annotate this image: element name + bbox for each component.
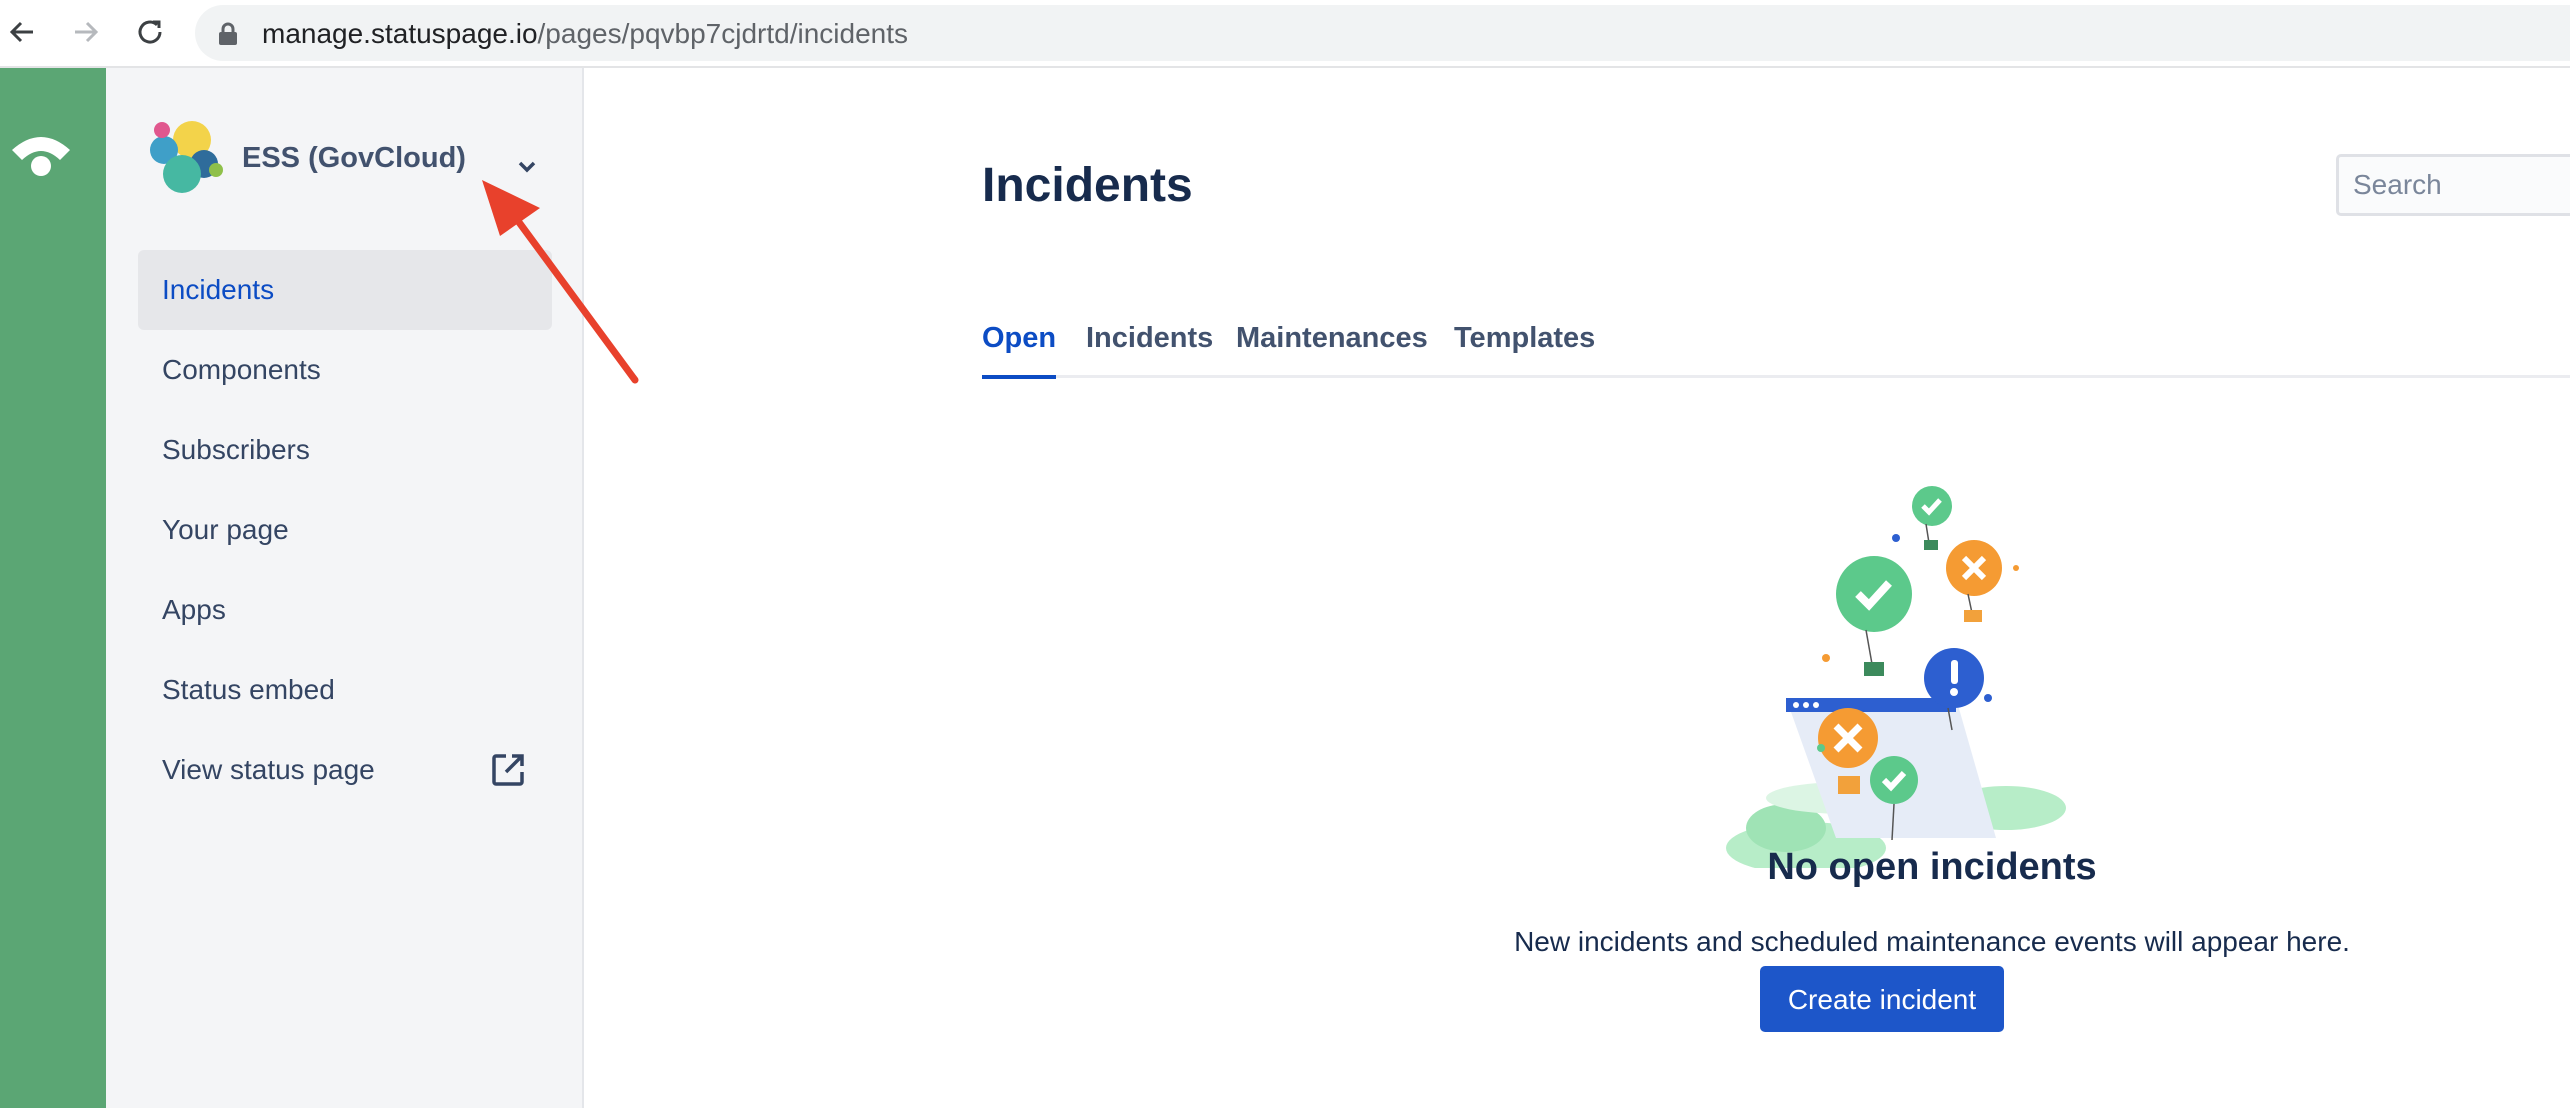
create-incident-button[interactable]: Create incident — [1760, 966, 2004, 1032]
incident-tabs: Open Incidents Maintenances Templates — [982, 312, 2570, 379]
sidebar-item-status-embed[interactable]: Status embed — [138, 650, 552, 730]
reload-icon[interactable] — [130, 12, 170, 52]
sidebar-item-apps[interactable]: Apps — [138, 570, 552, 650]
empty-state-description: New incidents and scheduled maintenance … — [1514, 926, 2350, 957]
browser-toolbar: manage.statuspage.io/pages/pqvbp7cjdrtd/… — [0, 0, 2570, 68]
sidebar-item-label: Subscribers — [162, 434, 310, 465]
tab-templates[interactable]: Templates — [1454, 312, 1595, 378]
app-rail — [0, 68, 106, 1108]
statuspage-logo-icon[interactable] — [8, 128, 74, 180]
page-name[interactable]: ESS (GovCloud) — [242, 142, 466, 175]
tab-maintenances[interactable]: Maintenances — [1236, 312, 1428, 378]
tab-incidents[interactable]: Incidents — [1086, 312, 1213, 378]
back-arrow-icon[interactable] — [2, 12, 42, 52]
url-text: manage.statuspage.io/pages/pqvbp7cjdrtd/… — [262, 19, 908, 49]
sidebar-item-label: Status embed — [162, 674, 335, 705]
main-content: Incidents Open Incidents Maintenances Te… — [584, 68, 2570, 1108]
external-link-icon — [492, 754, 524, 786]
hot-air-balloons-illustration — [1726, 486, 2066, 868]
empty-state-title: No open incidents — [1767, 846, 2097, 888]
sidebar-item-label: Components — [162, 354, 321, 385]
lock-icon — [219, 22, 237, 45]
sidebar-item-label: Incidents — [162, 274, 275, 305]
sidebar-item-subscribers[interactable]: Subscribers — [138, 410, 552, 490]
page-logo-icon — [150, 121, 223, 193]
sidebar-item-your-page[interactable]: Your page — [138, 490, 552, 570]
sidebar-item-label: Your page — [162, 514, 289, 545]
sidebar-item-label: Apps — [162, 594, 226, 625]
sidebar-item-view-status-page[interactable]: View status page — [138, 730, 552, 810]
page-title: Incidents — [982, 159, 1193, 212]
url-path: /pages/pqvbp7cjdrtd/incidents — [537, 18, 908, 49]
forward-arrow-icon[interactable] — [66, 12, 106, 52]
url-domain: manage.statuspage.io — [262, 18, 538, 49]
tab-open[interactable]: Open — [982, 312, 1057, 379]
sidebar-item-label: View status page — [162, 754, 375, 785]
address-bar[interactable]: manage.statuspage.io/pages/pqvbp7cjdrtd/… — [195, 5, 2570, 61]
search-input[interactable] — [2336, 154, 2570, 216]
